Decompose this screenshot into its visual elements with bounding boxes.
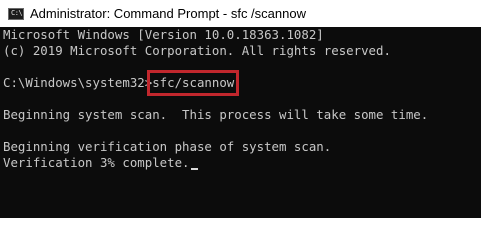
highlighted-command: sfc/scannow (147, 70, 240, 96)
verification-progress-text: Verification 3% complete. (3, 155, 190, 170)
console-line-progress: Verification 3% complete. (3, 155, 198, 171)
console-prompt: C:\Windows\system32> (3, 75, 153, 90)
console-line-version: Microsoft Windows [Version 10.0.18363.10… (3, 27, 324, 42)
console-line-scan-start: Beginning system scan. This process will… (3, 107, 429, 122)
console-output[interactable]: Microsoft Windows [Version 10.0.18363.10… (0, 27, 481, 218)
command-prompt-icon: C:\ (8, 7, 24, 20)
console-line-copyright: (c) 2019 Microsoft Corporation. All righ… (3, 43, 391, 58)
command-prompt-icon-glyph: C:\ (11, 8, 23, 17)
title-bar[interactable]: C:\ Administrator: Command Prompt - sfc … (0, 0, 481, 27)
console-line-verification-phase: Beginning verification phase of system s… (3, 139, 332, 154)
text-cursor (190, 168, 198, 170)
command-prompt-window: C:\ Administrator: Command Prompt - sfc … (0, 0, 481, 218)
console-line-command: C:\Windows\system32>sfc/scannow (3, 70, 240, 96)
window-title: Administrator: Command Prompt - sfc /sca… (30, 6, 306, 21)
